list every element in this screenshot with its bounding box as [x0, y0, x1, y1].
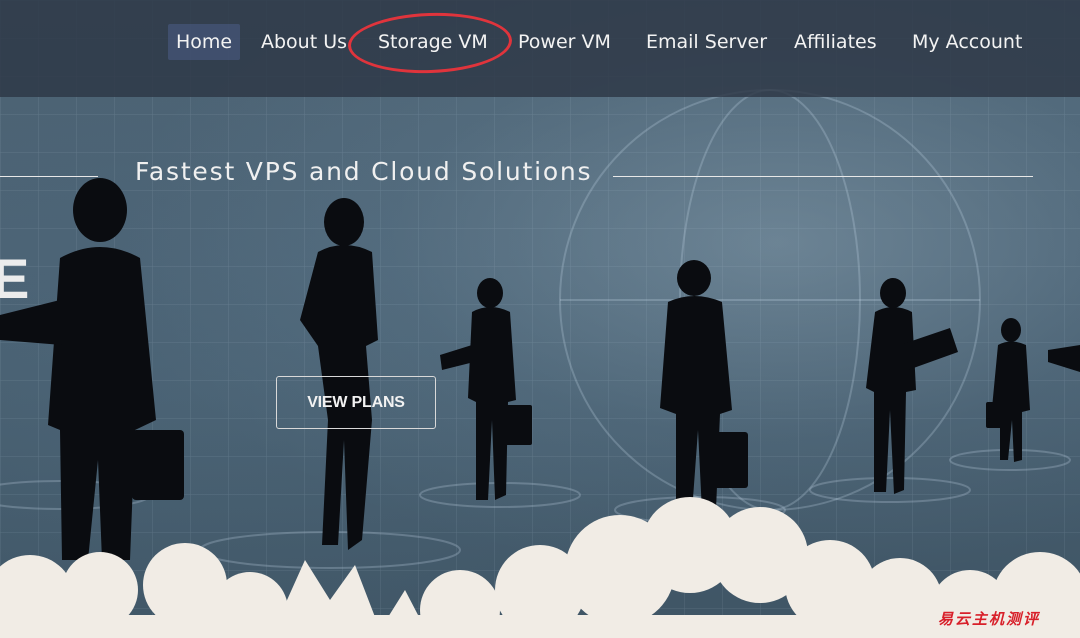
watermark-text: 易云主机测评	[938, 610, 1041, 628]
nav-item-about-us[interactable]: About Us	[253, 24, 355, 60]
cloud-footer-decoration	[0, 497, 1080, 638]
hero-heading-partial: E	[0, 247, 30, 310]
nav-item-affiliates[interactable]: Affiliates	[786, 24, 885, 60]
person-silhouette-1	[0, 178, 184, 560]
person-silhouette-3	[440, 278, 532, 500]
nav-item-home[interactable]: Home	[168, 24, 241, 60]
person-silhouette-5	[866, 278, 958, 494]
globe-graphic	[559, 89, 981, 511]
nav-item-email-server[interactable]: Email Server	[638, 24, 775, 60]
nav-item-power-vm[interactable]: Power VM	[510, 24, 619, 60]
view-plans-button[interactable]: VIEW PLANS	[276, 376, 436, 429]
tagline-divider-right	[613, 176, 1033, 177]
person-silhouette-2	[300, 198, 378, 550]
hero-tagline: Fastest VPS and Cloud Solutions	[135, 157, 593, 186]
nav-item-my-account[interactable]: My Account	[904, 24, 1030, 60]
top-navigation-bar: Home About Us Storage VM Power VM Email …	[0, 0, 1080, 97]
business-people-silhouettes	[0, 178, 1080, 560]
person-silhouette-4	[660, 260, 748, 512]
tagline-divider-left	[0, 176, 98, 177]
person-silhouette-6	[986, 318, 1080, 462]
